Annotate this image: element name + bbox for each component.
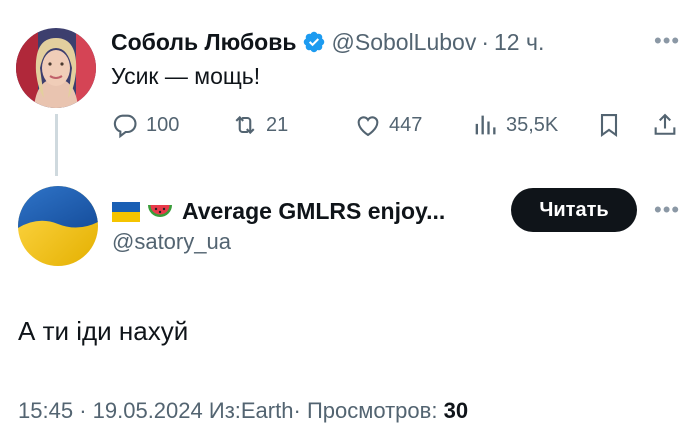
views-label: Просмотров: bbox=[306, 398, 438, 423]
reply-author-handle[interactable]: @satory_ua bbox=[112, 229, 231, 255]
author-handle[interactable]: @SobolLubov bbox=[332, 29, 477, 56]
retweet-icon bbox=[235, 115, 255, 135]
parent-header: Соболь Любовь @SobolLubov · 12 ч. bbox=[111, 27, 544, 57]
like-count: 447 bbox=[389, 113, 423, 136]
bookmark-icon bbox=[600, 114, 618, 137]
share-icon bbox=[654, 113, 676, 135]
views-count: 35,5K bbox=[506, 113, 559, 136]
tweet-text: Усик — мощь! bbox=[111, 63, 261, 89]
reply-views-count: 30 bbox=[443, 398, 469, 423]
avatar-image bbox=[16, 28, 96, 108]
separator: · bbox=[481, 28, 490, 55]
heart-icon bbox=[357, 116, 379, 137]
reply-meta: 15:45 · 19.05.2024 Из:Earth· Просмотров:… bbox=[18, 398, 468, 424]
reply-button[interactable]: 100 bbox=[111, 108, 179, 142]
ukraine-flag-avatar bbox=[18, 186, 98, 266]
views-chart-icon bbox=[475, 115, 496, 135]
reply-avatar[interactable] bbox=[18, 186, 98, 266]
reply-date[interactable]: 19.05.2024 bbox=[93, 398, 203, 423]
parent-tweet[interactable]: Соболь Любовь @SobolLubov · 12 ч. ••• Ус… bbox=[0, 0, 700, 178]
reply-time[interactable]: 15:45 bbox=[18, 398, 73, 423]
more-dots-icon[interactable]: ••• bbox=[654, 28, 680, 54]
tweet-time[interactable]: 12 ч. bbox=[494, 29, 544, 56]
follow-button[interactable]: Читать bbox=[511, 188, 637, 232]
reply-text: А ти іди нахуй bbox=[18, 316, 189, 346]
meta-separator: · bbox=[293, 398, 301, 423]
watermelon-icon bbox=[146, 199, 174, 223]
bookmark-button[interactable] bbox=[595, 108, 623, 142]
reply-header: Average GMLRS enjoy... bbox=[112, 196, 445, 226]
reply-count: 100 bbox=[146, 113, 180, 136]
reply-author-name[interactable]: Average GMLRS enjoy... bbox=[182, 198, 445, 225]
views-button[interactable]: 35,5K bbox=[471, 108, 558, 142]
avatar[interactable] bbox=[16, 28, 96, 108]
reply-more-dots-icon[interactable]: ••• bbox=[654, 197, 680, 223]
retweet-button[interactable]: 21 bbox=[231, 108, 288, 142]
ukraine-flag-icon bbox=[112, 201, 140, 222]
reply-icon bbox=[113, 114, 137, 139]
reply-source: Из:Earth bbox=[208, 398, 294, 423]
meta-separator: · bbox=[79, 398, 87, 423]
like-button[interactable]: 447 bbox=[354, 108, 422, 142]
thread-line bbox=[55, 114, 58, 176]
tweet-actions: 100 21 447 35,5K bbox=[111, 108, 691, 142]
author-name[interactable]: Соболь Любовь bbox=[111, 29, 297, 56]
verified-badge-icon bbox=[302, 30, 326, 54]
retweet-count: 21 bbox=[266, 113, 289, 136]
share-button[interactable] bbox=[651, 108, 679, 142]
